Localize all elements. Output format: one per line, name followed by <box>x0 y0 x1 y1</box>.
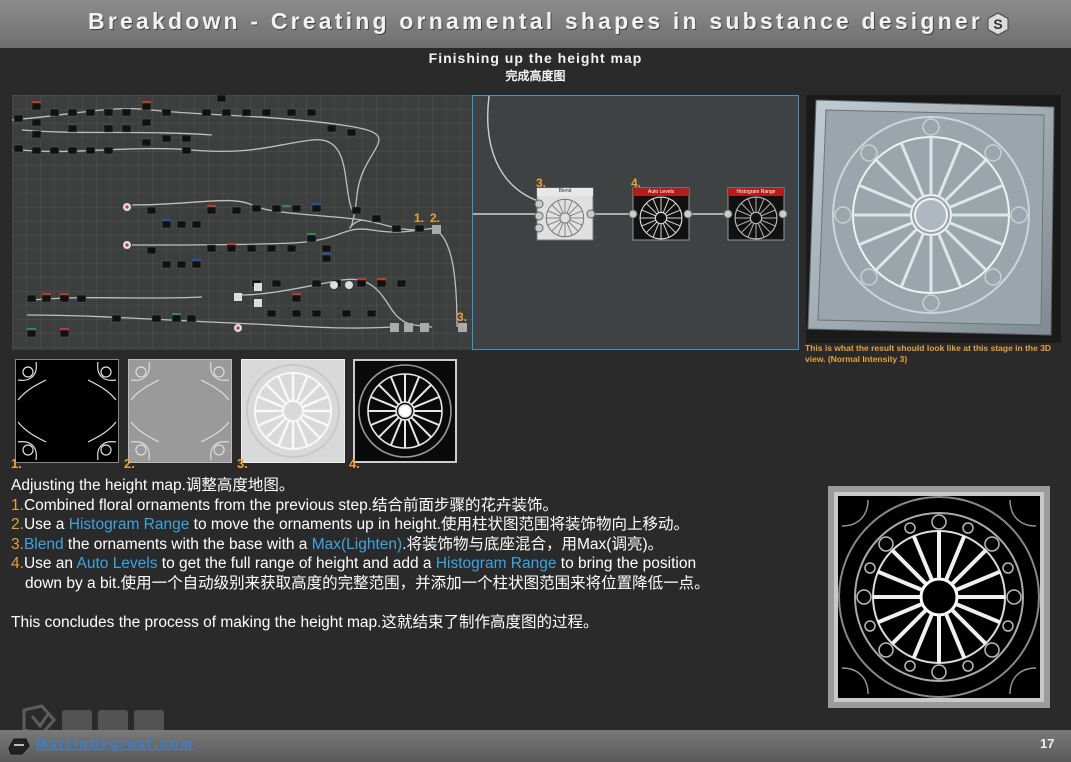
step-4-text-a: Use an <box>23 555 77 572</box>
render-preview <box>806 95 1061 343</box>
step-2: 2.Use a Histogram Range to move the orna… <box>11 515 689 535</box>
auto-levels-term: Auto Levels <box>76 555 158 572</box>
author-logo-icon <box>8 738 30 755</box>
step-3-number: 3. <box>11 536 24 553</box>
thumbnail-label-3: 3. <box>237 456 248 471</box>
step-4-text-b: to get the full range of height and add … <box>157 555 436 572</box>
histogram-range-term: Histogram Range <box>68 516 190 533</box>
corner-ornaments-black <box>17 361 117 461</box>
blend-term: Blend <box>23 536 64 553</box>
step-4-number: 4. <box>11 555 24 572</box>
thumbnail-label-1: 1. <box>11 456 22 471</box>
header-bar: Breakdown - Creating ornamental shapes i… <box>0 0 1071 48</box>
zoomed-node-panel: Blend Auto Levels Histogram Range 3. 4. <box>472 95 799 350</box>
graph-label-1: 1. <box>414 211 425 225</box>
step-3-text-b: .将装饰物与底座混合，用Max(调亮)。 <box>402 536 664 553</box>
thumbnail-label-4: 4. <box>349 456 360 471</box>
rose-window-render <box>807 99 1055 336</box>
max-lighten-term: Max(Lighten) <box>311 536 403 553</box>
page-title: Breakdown - Creating ornamental shapes i… <box>88 8 983 34</box>
graph-label-2: 2. <box>430 211 441 225</box>
thumbnail-2 <box>128 359 232 463</box>
intro-text: Adjusting the height map.调整高度地图。 <box>11 477 295 494</box>
final-rose-window <box>828 486 1050 708</box>
thumbnail-4 <box>353 359 457 463</box>
author-website-link[interactable]: Martindegraaf.com <box>36 736 194 751</box>
histogram-range-term-2: Histogram Range <box>435 555 557 572</box>
conclusion-text: This concludes the process of making the… <box>11 614 599 631</box>
section-subtitle: Finishing up the height map <box>428 50 643 66</box>
zoom-label-4: 4. <box>631 176 642 190</box>
step-1-number: 1. <box>11 497 24 514</box>
section-subtitle-cn: 完成高度图 <box>505 69 566 83</box>
page-number: 17 <box>1040 736 1055 751</box>
zoomed-nodes-illustration <box>473 96 788 241</box>
step-2-number: 2. <box>11 516 24 533</box>
final-height-map-image <box>828 486 1050 708</box>
zoom-label-3: 3. <box>536 176 547 190</box>
graph-label-3: 3. <box>457 310 468 324</box>
thumbnail-1 <box>15 359 119 463</box>
final-rose-dark <box>358 364 452 458</box>
auto-levels-node-title: Auto Levels <box>647 189 675 195</box>
node-graph-screenshot: 1. 2. 3. <box>12 95 472 350</box>
substance-logo-icon: S <box>987 12 1009 36</box>
svg-text:S: S <box>993 16 1002 32</box>
step-4-text-c: to bring the position <box>556 555 697 572</box>
step-2-text-a: Use a <box>23 516 69 533</box>
blended-rose-light <box>246 364 340 458</box>
thumbnail-label-2: 2. <box>124 456 135 471</box>
step-3: 3.Blend the ornaments with the base with… <box>11 535 663 555</box>
step-4-continued: down by a bit.使用一个自动级别来获取高度的完整范围，并添加一个柱状… <box>25 575 710 592</box>
step-1: 1.Combined floral ornaments from the pre… <box>11 496 558 516</box>
render-caption: This is what the result should look like… <box>805 343 1052 364</box>
step-4: 4.Use an Auto Levels to get the full ran… <box>11 554 696 574</box>
step-3-text-a: the ornaments with the base with a <box>63 536 312 553</box>
step-2-text-b: to move the ornaments up in height.使用柱状图… <box>189 516 689 533</box>
histogram-range-node-title: Histogram Range <box>736 189 776 195</box>
corner-ornaments-grey <box>130 361 230 461</box>
step-1-text: Combined floral ornaments from the previ… <box>23 497 558 514</box>
node-graph-illustration <box>12 95 467 338</box>
thumbnail-3 <box>241 359 345 463</box>
